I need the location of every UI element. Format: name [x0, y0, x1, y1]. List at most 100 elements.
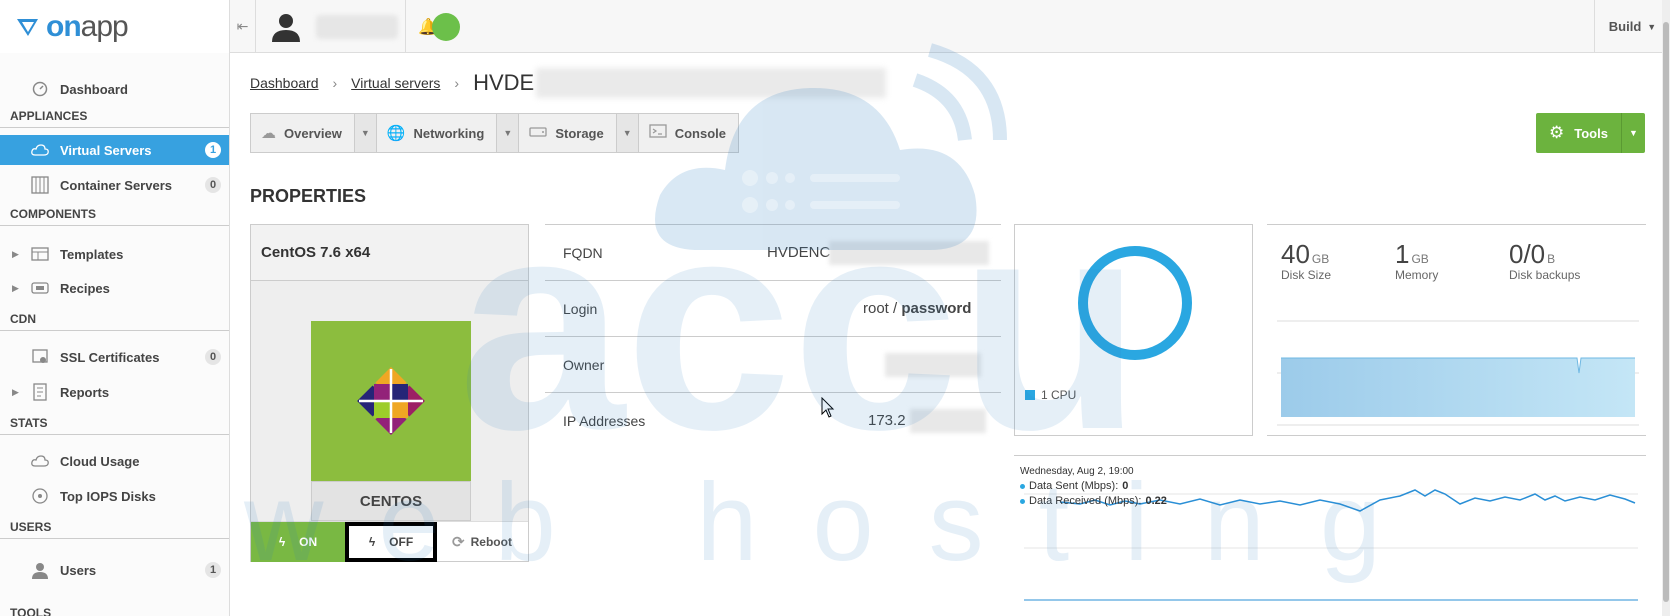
tab-overview[interactable]: ☁ Overview: [251, 114, 355, 152]
sidebar-item-label: SSL Certificates: [60, 349, 160, 365]
tab-networking-dropdown[interactable]: ▼: [497, 114, 520, 152]
top-bar: on app ⇤ 🔔 Build ▼: [0, 0, 1670, 53]
memory-value: 1: [1395, 239, 1410, 269]
cloud-usage-icon: [30, 452, 50, 470]
info-row-ip: IP Addresses 173.2: [545, 392, 1001, 448]
mouse-cursor-icon: [821, 397, 835, 418]
login-label: Login: [563, 300, 598, 317]
disk-size-unit: GB: [1311, 252, 1330, 266]
chevron-down-icon: ▼: [503, 128, 513, 138]
chevron-down-icon: ▼: [1629, 128, 1638, 138]
count-badge: 0: [205, 349, 221, 365]
scrollbar-thumb[interactable]: [1663, 22, 1669, 602]
refresh-icon: ⟳: [452, 534, 465, 551]
reports-icon: [30, 383, 50, 401]
fqdn-value: HVDENC: [767, 244, 831, 261]
sidebar: Dashboard APPLIANCES Virtual Servers 1 C…: [0, 53, 230, 616]
sidebar-item-users[interactable]: Users 1: [0, 555, 229, 585]
lightning-icon: ϟ: [278, 535, 286, 549]
sidebar-item-label: Container Servers: [60, 177, 172, 193]
page-title-redacted: [536, 68, 887, 98]
info-row-fqdn: FQDN HVDENC: [545, 224, 1001, 280]
collapse-sidebar-button[interactable]: ⇤: [230, 0, 256, 53]
tab-label: Console: [674, 125, 727, 141]
os-title: CentOS 7.6 x64: [251, 225, 528, 281]
sidebar-section-components: COMPONENTS: [10, 207, 97, 221]
sidebar-item-top-iops-disks[interactable]: Top IOPS Disks: [0, 481, 229, 511]
centos-logo: [311, 321, 471, 481]
sidebar-item-recipes[interactable]: ▶ Recipes: [0, 273, 229, 303]
sidebar-item-label: Dashboard: [60, 81, 128, 97]
user-icon: [272, 13, 300, 42]
chevron-down-icon: ▼: [360, 128, 370, 138]
ip-redacted: [910, 408, 986, 433]
count-badge: 0: [205, 177, 221, 193]
build-label: Build: [1608, 19, 1642, 34]
network-tooltip-received: Data Received (Mbps): 0.22: [1020, 495, 1167, 507]
page-scrollbar[interactable]: [1662, 0, 1670, 616]
page-title: HVDE: [473, 70, 535, 95]
sidebar-item-label: Virtual Servers: [60, 142, 152, 158]
notifications-button[interactable]: 🔔: [406, 0, 466, 53]
reboot-button[interactable]: ⟳ Reboot: [437, 522, 527, 562]
tools-dropdown-button[interactable]: ▼: [1622, 113, 1645, 153]
expand-arrow-icon[interactable]: ▶: [12, 249, 19, 260]
vs-tab-bar: ☁ Overview ▼ 🌐 Networking ▼ Storage ▼ Co…: [250, 113, 740, 153]
tab-label: Overview: [284, 125, 342, 141]
tab-storage-dropdown[interactable]: ▼: [616, 114, 639, 152]
tab-overview-dropdown[interactable]: ▼: [354, 114, 377, 152]
disk-backups-value: 0/0: [1509, 239, 1546, 269]
tools-main-button[interactable]: ⚙ Tools: [1536, 113, 1622, 153]
build-menu-button[interactable]: Build ▼: [1594, 0, 1670, 53]
expand-arrow-icon[interactable]: ▶: [12, 283, 19, 294]
sidebar-item-reports[interactable]: ▶ Reports: [0, 377, 229, 407]
brand-name-on: on: [46, 9, 82, 43]
login-user: root: [863, 300, 889, 317]
expand-arrow-icon[interactable]: ▶: [12, 387, 19, 398]
os-name: CENTOS: [311, 481, 471, 521]
power-off-label: OFF: [389, 535, 414, 549]
cloud-icon: ☁: [261, 125, 276, 142]
breadcrumb-separator-icon: ›: [454, 75, 460, 91]
fqdn-label: FQDN: [563, 244, 603, 261]
sidebar-item-label: Recipes: [60, 280, 110, 296]
terminal-icon: [649, 124, 667, 142]
tab-storage[interactable]: Storage: [519, 114, 617, 152]
sidebar-section-users: USERS: [10, 520, 52, 534]
sidebar-section-stats: STATS: [10, 416, 48, 430]
stat-disk-backups: 0/0 B Disk backups: [1509, 239, 1580, 282]
info-row-login: Login root / password: [545, 280, 1001, 336]
breadcrumb-dashboard-link[interactable]: Dashboard: [250, 75, 319, 91]
onapp-logo[interactable]: on app: [0, 0, 230, 53]
ip-label: IP Addresses: [563, 412, 646, 429]
sidebar-item-label: Reports: [60, 384, 110, 400]
tools-button[interactable]: ⚙ Tools ▼: [1536, 113, 1645, 153]
login-password[interactable]: password: [901, 300, 971, 317]
received-bullet: [1020, 498, 1025, 504]
sidebar-item-virtual-servers[interactable]: Virtual Servers 1: [0, 135, 229, 165]
cpu-usage-panel: 1 CPU: [1014, 224, 1253, 436]
tab-networking[interactable]: 🌐 Networking: [377, 114, 498, 152]
reboot-label: Reboot: [470, 535, 512, 549]
login-separator: /: [888, 300, 902, 317]
sidebar-item-cloud-usage[interactable]: Cloud Usage: [0, 446, 229, 476]
container-icon: [30, 176, 50, 194]
disk-size-value: 40: [1281, 239, 1310, 269]
tab-console[interactable]: Console: [639, 114, 738, 152]
sidebar-item-dashboard[interactable]: Dashboard: [0, 74, 229, 104]
power-off-button[interactable]: ϟ OFF: [345, 522, 437, 562]
sent-value: 0: [1122, 480, 1129, 492]
received-label: Data Received (Mbps):: [1029, 495, 1142, 507]
power-on-button[interactable]: ϟ ON: [251, 522, 345, 562]
brand-name-app: app: [80, 9, 129, 43]
network-usage-panel: Wednesday, Aug 2, 19:00 Data Sent (Mbps)…: [1014, 455, 1646, 616]
sidebar-item-ssl-certificates[interactable]: SSL Certificates 0: [0, 342, 229, 372]
templates-icon: [30, 245, 50, 263]
user-menu[interactable]: [256, 0, 406, 53]
breadcrumb-virtual-servers-link[interactable]: Virtual servers: [351, 75, 440, 91]
sidebar-item-templates[interactable]: ▶ Templates: [0, 239, 229, 269]
sidebar-divider: [0, 127, 229, 128]
notification-status-dot: [431, 12, 460, 41]
sidebar-item-container-servers[interactable]: Container Servers 0: [0, 170, 229, 200]
dashboard-icon: [30, 80, 50, 98]
